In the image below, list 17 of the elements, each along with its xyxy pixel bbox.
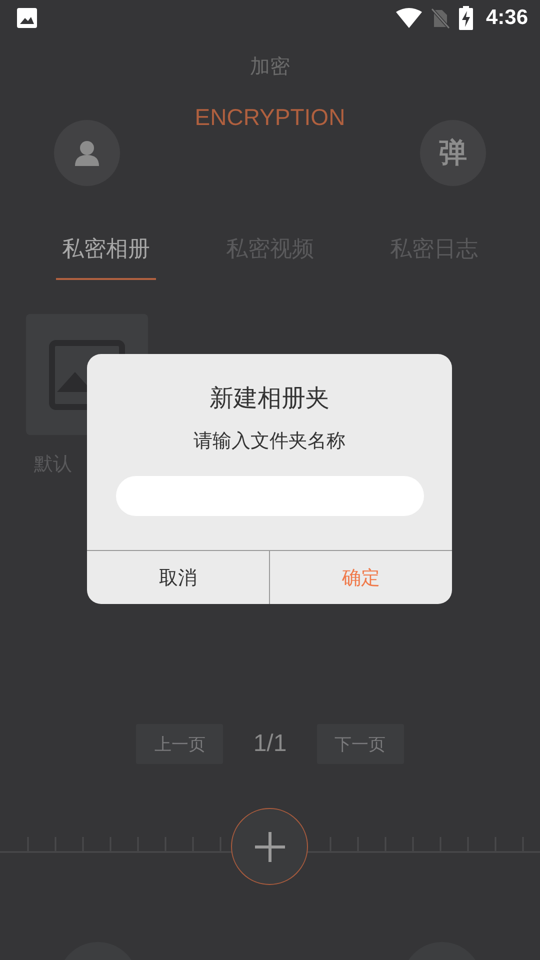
cancel-button[interactable]: 取消 (87, 551, 269, 604)
dialog-title: 新建相册夹 (210, 383, 330, 414)
plus-icon (254, 830, 286, 862)
previous-page-button[interactable]: 上一页 (136, 724, 224, 764)
clock: 4:36 (486, 6, 528, 30)
no-sim-icon (430, 7, 450, 29)
danmaku-button[interactable]: 弹 (420, 120, 486, 186)
battery-icon (458, 6, 474, 30)
tab[interactable]: 私密相册 (56, 226, 156, 280)
person-icon (74, 140, 100, 166)
app-subtitle: ENCRYPTION (194, 104, 346, 131)
confirm-button[interactable]: 确定 (269, 551, 452, 604)
gallery-icon (16, 7, 38, 29)
wifi-icon (396, 8, 422, 28)
dialog-message: 请输入文件夹名称 (194, 429, 346, 454)
next-page-button[interactable]: 下一页 (316, 724, 404, 764)
page-indicator: 1/1 (253, 730, 287, 758)
